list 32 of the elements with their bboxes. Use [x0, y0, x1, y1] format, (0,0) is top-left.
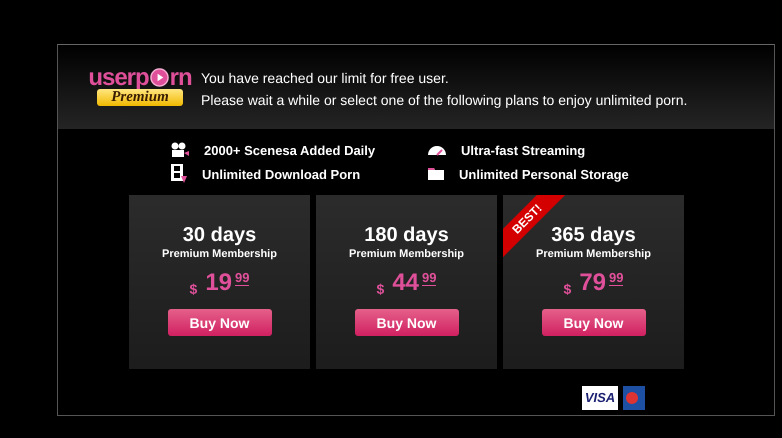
currency-sign: $ [376, 281, 384, 297]
price-cents: 99 [235, 271, 250, 286]
price-amount: 44 [392, 269, 420, 297]
premium-badge: Premium [97, 88, 183, 106]
currency-sign: $ [564, 281, 572, 297]
feature-label: Unlimited Download Porn [202, 166, 360, 182]
plan-subtitle: Premium Membership [162, 247, 277, 261]
currency-sign: $ [190, 281, 198, 297]
visa-logo: VISA [582, 386, 618, 410]
price-cents: 99 [422, 271, 436, 286]
price-amount: 79 [579, 269, 606, 297]
folder-icon [427, 167, 445, 181]
notice-text: Please wait a while or select one of the following plans to enjoy unlimited porn. [201, 92, 688, 108]
play-icon [150, 68, 169, 87]
buy-now-button[interactable]: Buy Now [168, 309, 272, 336]
price-cents: 99 [609, 271, 624, 286]
feature-label: Unlimited Personal Storage [459, 166, 629, 182]
logo-text: rn [170, 64, 192, 90]
card-icon [623, 386, 645, 410]
price-amount: 19 [205, 269, 232, 297]
camera-icon [170, 142, 190, 158]
plan-subtitle: Premium Membership [349, 247, 464, 261]
buy-now-button[interactable]: Buy Now [542, 309, 646, 336]
logo-text: userp [88, 64, 149, 90]
feature-label: Ultra-fast Streaming [461, 142, 586, 158]
plan-duration: 30 days [182, 223, 256, 247]
gauge-icon [427, 144, 447, 156]
buy-now-button[interactable]: Buy Now [354, 309, 458, 336]
feature-label: 2000+ Scenesa Added Daily [204, 142, 376, 158]
plan-duration: 180 days [364, 223, 449, 247]
film-download-icon [170, 164, 188, 184]
notice-text: You have reached our limit for free user. [201, 70, 450, 86]
